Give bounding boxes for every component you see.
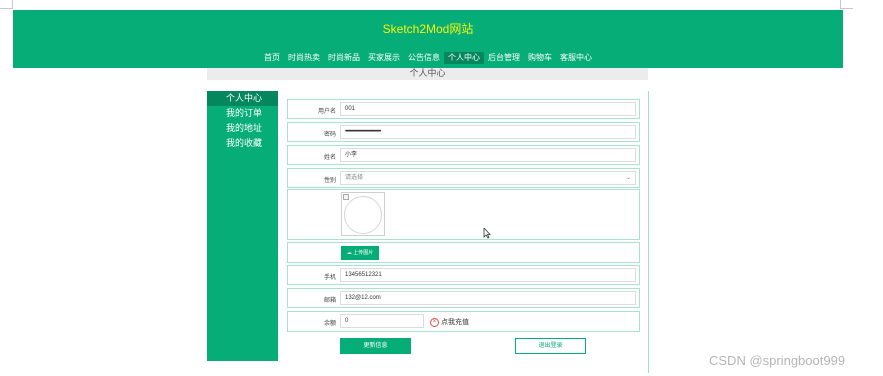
name-label: 姓名 xyxy=(323,155,336,161)
recharge-label: 点我充值 xyxy=(441,319,469,326)
avatar-preview xyxy=(341,192,385,236)
balance-label: 余额 xyxy=(323,321,336,327)
form-row-name: 姓名 小李 xyxy=(287,145,640,165)
content-divider xyxy=(648,91,649,373)
username-label: 用户名 xyxy=(317,109,336,115)
nav-item-home[interactable]: 首页 xyxy=(260,52,284,64)
upload-cloud-icon: ☁ xyxy=(346,250,352,256)
main-nav: 首页 时尚热卖 时尚新品 买家展示 公告信息 个人中心 后台管理 购物车 客服中… xyxy=(13,52,843,64)
sidebar-item-address[interactable]: 我的地址 xyxy=(207,121,278,136)
gender-label: 性别 xyxy=(323,178,336,184)
upload-image-button[interactable]: ☁ 上传图片 xyxy=(341,246,379,260)
nav-item-profile[interactable]: 个人中心 xyxy=(444,52,484,64)
form-row-password: 密码 •••••••••••••••••••••••••••••••• xyxy=(287,122,640,142)
phone-label: 手机 xyxy=(323,275,336,281)
form-row-phone: 手机 13456512321 xyxy=(287,265,640,285)
nav-item-showcase[interactable]: 买家展示 xyxy=(364,52,404,64)
recharge-link[interactable]: × 点我充值 xyxy=(430,317,469,327)
balance-field: 0 xyxy=(340,314,424,328)
name-field[interactable]: 小李 xyxy=(340,148,636,162)
sidebar-item-orders[interactable]: 我的订单 xyxy=(207,106,278,121)
page-heading-strip: 个人中心 xyxy=(207,68,648,80)
chevron-down-icon: ⌄ xyxy=(625,175,631,181)
watermark: CSDN @springboot999 xyxy=(709,353,846,368)
close-circle-icon: × xyxy=(430,317,439,327)
sidebar-item-favorites[interactable]: 我的收藏 xyxy=(207,136,278,151)
nav-item-new[interactable]: 时尚新品 xyxy=(324,52,364,64)
form-row-balance: 余额 0 × 点我充值 xyxy=(287,311,640,332)
username-field[interactable]: 001 xyxy=(340,102,636,116)
password-label: 密码 xyxy=(323,132,336,138)
phone-field[interactable]: 13456512321 xyxy=(340,268,636,282)
sidebar-item-profile[interactable]: 个人中心 xyxy=(207,91,278,106)
nav-item-notice[interactable]: 公告信息 xyxy=(404,52,444,64)
form-row-username: 用户名 001 xyxy=(287,99,640,119)
gender-select-placeholder: 请选择 xyxy=(345,175,364,181)
form-row-upload: ☁ 上传图片 xyxy=(287,242,640,263)
sidebar: 个人中心 我的订单 我的地址 我的收藏 xyxy=(207,91,278,361)
password-field[interactable]: •••••••••••••••••••••••••••••••• xyxy=(340,125,636,139)
header-bar: Sketch2Mod网站 首页 时尚热卖 时尚新品 买家展示 公告信息 个人中心… xyxy=(13,10,843,68)
site-title: Sketch2Mod网站 xyxy=(382,22,474,36)
broken-image-icon xyxy=(343,194,349,200)
email-field[interactable]: 132@12.com xyxy=(340,291,636,305)
logout-button[interactable]: 退出登录 xyxy=(515,338,586,354)
form-row-gender: 性别 请选择 ⌄ xyxy=(287,168,640,188)
gender-select[interactable]: 请选择 ⌄ xyxy=(340,171,636,185)
upload-button-label: 上传图片 xyxy=(353,250,374,256)
update-info-button[interactable]: 更新信息 xyxy=(340,338,411,354)
email-label: 邮箱 xyxy=(323,298,336,304)
nav-item-cart[interactable]: 购物车 xyxy=(524,52,556,64)
page-heading: 个人中心 xyxy=(409,68,446,78)
corner-mark xyxy=(0,0,13,9)
text-cursor-icon xyxy=(483,228,491,239)
avatar-placeholder-circle xyxy=(344,196,382,234)
nav-item-admin[interactable]: 后台管理 xyxy=(484,52,524,64)
form-row-avatar xyxy=(287,189,640,240)
nav-item-hot[interactable]: 时尚热卖 xyxy=(284,52,324,64)
corner-mark xyxy=(840,0,853,9)
nav-item-service[interactable]: 客服中心 xyxy=(556,52,596,64)
form-row-email: 邮箱 132@12.com xyxy=(287,288,640,308)
